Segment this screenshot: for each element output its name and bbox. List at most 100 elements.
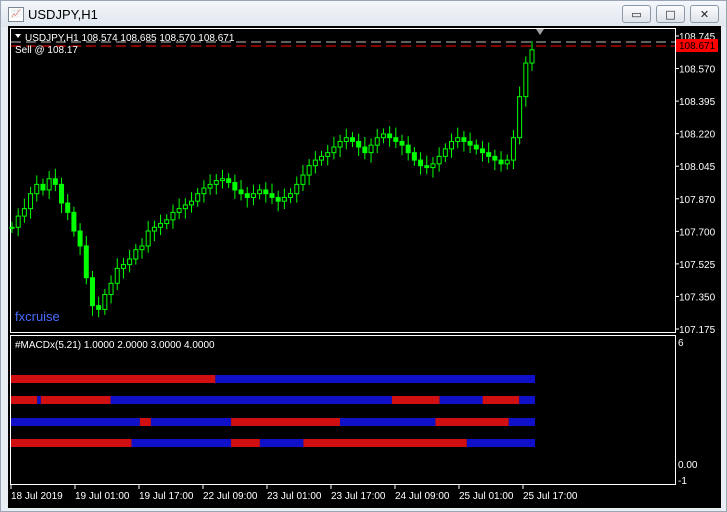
candle-body [120,264,126,269]
candle-body [399,140,405,146]
indicator-segment-up [37,396,41,404]
time-tick-label: 25 Jul 01:00 [459,491,514,502]
candles [9,40,535,318]
watermark: fxcruise [15,309,60,324]
candle-body [89,277,95,307]
candle-body [492,155,498,161]
candle-body [257,189,263,195]
candle-body [145,230,151,247]
candle-body [213,180,219,185]
candle-body [269,193,275,198]
price-tick-label: 107.525 [679,260,716,271]
candle-body [529,49,535,64]
candle-body [232,182,238,191]
candle-body [380,133,386,139]
indicator-segment-down [303,439,467,447]
candle-body [349,137,355,142]
candle-body [411,152,417,161]
candle-body [28,193,34,210]
price-tick-label: 108.395 [679,97,716,108]
candle-body [46,178,52,191]
indicator-segment-down [11,375,216,383]
indicator-segment-up [131,439,232,447]
candle-body [83,245,89,279]
candle-body [510,137,516,161]
close-button[interactable]: ✕ [690,5,719,23]
price-tick-label: 107.870 [679,195,716,206]
indicator-rows [11,375,536,447]
symbol-menu-icon[interactable] [15,34,21,38]
indicator-segment-down [11,396,38,404]
time-tick-label: 19 Jul 01:00 [75,491,130,502]
candle-body [151,226,157,232]
candle-body [195,193,201,202]
indicator-segment-up [439,396,483,404]
chart-window-icon: 📈 [8,7,24,22]
chart-canvas[interactable]: USDJPY,H1 108.574 108.685 108.570 108.67… [8,26,721,508]
candle-body [343,137,349,142]
candle-body [108,282,114,295]
candle-body [40,183,46,191]
price-axis[interactable]: 108.745108.570108.395108.220108.045107.8… [675,32,716,336]
candle-body [319,155,325,161]
window-title: USDJPY,H1 [28,7,98,22]
candle-body [331,146,337,154]
time-tick-label: 22 Jul 09:00 [203,491,258,502]
candle-body [455,137,461,142]
candle-body [238,189,244,195]
indicator-segment-up [150,418,232,426]
candle-body [498,159,504,165]
candle-body [189,200,195,206]
candle-body [300,174,306,185]
candle-body [294,183,300,195]
candle-body [306,165,312,176]
candle-body [479,148,485,154]
indicator-segment-down [11,439,132,447]
candle-body [139,245,145,251]
indicator-header: #MACDx(5.21) 1.0000 2.0000 3.0000 4.0000 [15,340,215,351]
candle-body [368,144,374,154]
candle-body [170,211,176,221]
candle-body [133,249,139,260]
price-tick-label: 107.175 [679,325,716,336]
chart-area[interactable]: USDJPY,H1 108.574 108.685 108.570 108.67… [8,26,721,508]
time-tick-label: 25 Jul 17:00 [523,491,578,502]
title-bar[interactable]: 📈 USDJPY,H1 ▭ □ ✕ [1,1,726,27]
indicator-segment-down [231,439,260,447]
candle-body [473,144,479,150]
candle-body [337,140,343,148]
candle-body [263,189,269,195]
indicator-segment-down [391,396,440,404]
candle-body [523,62,529,98]
candle-body [288,193,294,198]
candle-body [164,219,170,225]
time-tick-label: 18 Jul 2019 [11,491,63,502]
indicator-segment-down [435,418,509,426]
indicator-segment-up [508,418,535,426]
candle-body [467,140,473,146]
maximize-button[interactable]: □ [656,5,685,23]
minimize-button[interactable]: ▭ [622,5,651,23]
candle-body [201,187,207,195]
chart-shift-marker[interactable] [536,29,544,35]
current-price-label: 108.671 [679,41,716,52]
candle-body [325,152,331,157]
indicator-segment-down [40,396,111,404]
time-tick-label: 23 Jul 17:00 [331,491,386,502]
time-tick-label: 19 Jul 17:00 [139,491,194,502]
candle-body [15,215,21,228]
candle-body [250,193,256,198]
candle-body [393,137,399,142]
indicator-segment-down [231,418,341,426]
indicator-panel-border [10,335,676,485]
indicator-segment-down [139,418,151,426]
candle-body [418,159,424,167]
candle-body [158,223,164,228]
candle-body [244,193,250,198]
candle-body [102,293,108,310]
indicator-segment-down [482,396,520,404]
indicator-segment-up [11,418,140,426]
candle-body [387,133,393,139]
time-axis[interactable]: 18 Jul 2019 19 Jul 01:00 19 Jul 17:00 22 Ju… [10,485,578,502]
indicator-segment-up [340,418,436,426]
